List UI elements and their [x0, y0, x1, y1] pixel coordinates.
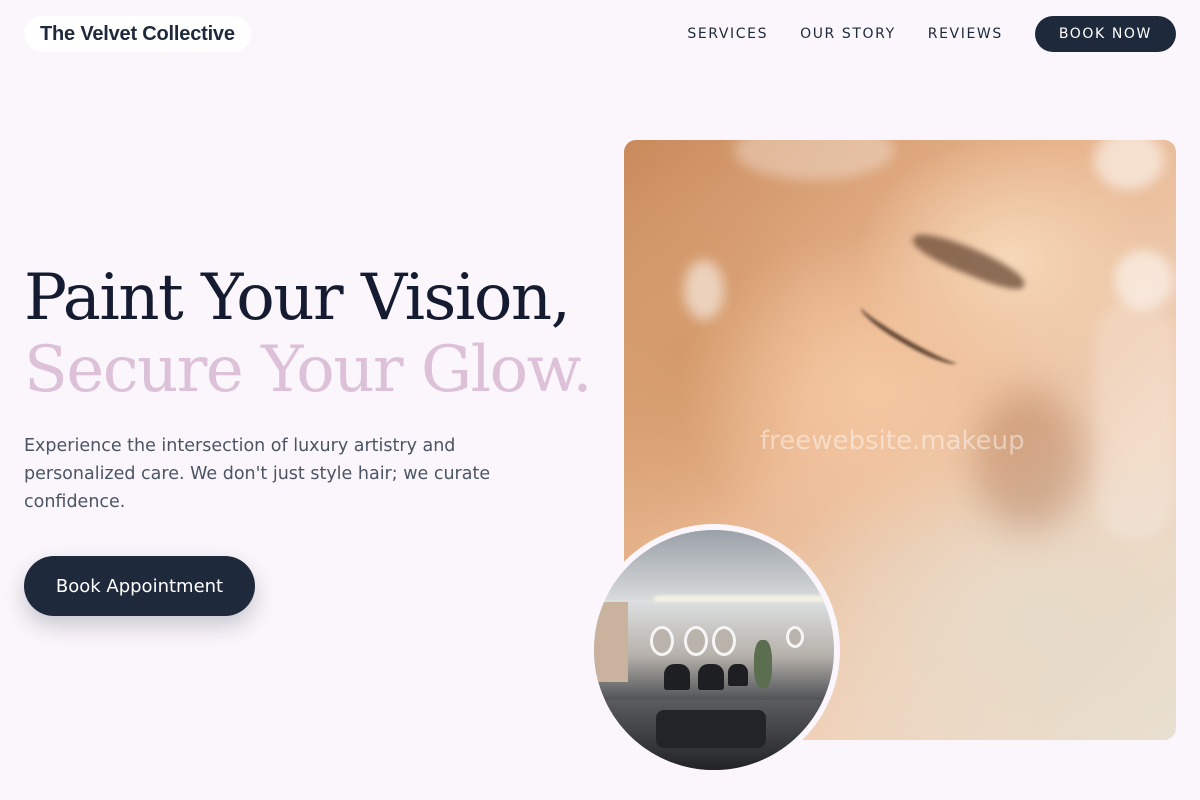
nav-link-our-story[interactable]: OUR STORY [800, 26, 896, 42]
salon-chair-shape [698, 664, 724, 690]
hero-title: Paint Your Vision, Secure Your Glow. [24, 261, 593, 407]
light-strip-shape [654, 596, 824, 601]
bokeh-light [1094, 140, 1164, 190]
mirror-shape [712, 626, 736, 656]
hero-description: Experience the intersection of luxury ar… [24, 436, 491, 512]
bokeh-light [734, 140, 894, 180]
salon-chair-shape [664, 664, 690, 690]
sofa-shape [656, 710, 766, 748]
image-watermark: freewebsite.makeup [760, 426, 1025, 456]
salon-chair-shape [728, 664, 748, 686]
mirror-shape [684, 626, 708, 656]
bokeh-light [684, 260, 724, 320]
plant-shape [754, 640, 772, 688]
ceiling-shape [594, 530, 834, 600]
mirror-shape [786, 626, 804, 648]
hero-title-line1: Paint Your Vision, [24, 261, 571, 335]
eyelash-shape [856, 298, 962, 372]
eyebrow-shape [908, 226, 1030, 296]
book-appointment-button[interactable]: Book Appointment [24, 556, 255, 616]
nav-link-services[interactable]: SERVICES [687, 26, 768, 42]
hero-title-line2: Secure Your Glow. [24, 333, 593, 407]
nose-shadow-shape [974, 390, 1084, 530]
main-nav: SERVICES OUR STORY REVIEWS BOOK NOW [687, 16, 1176, 52]
brand-logo[interactable]: The Velvet Collective [24, 16, 251, 52]
salon-interior-image [588, 524, 840, 776]
mirror-shape [650, 626, 674, 656]
bokeh-light [1094, 300, 1174, 540]
book-now-button[interactable]: BOOK NOW [1034, 16, 1176, 52]
wall-panel-shape [594, 602, 628, 682]
nav-link-reviews[interactable]: REVIEWS [928, 26, 1003, 42]
